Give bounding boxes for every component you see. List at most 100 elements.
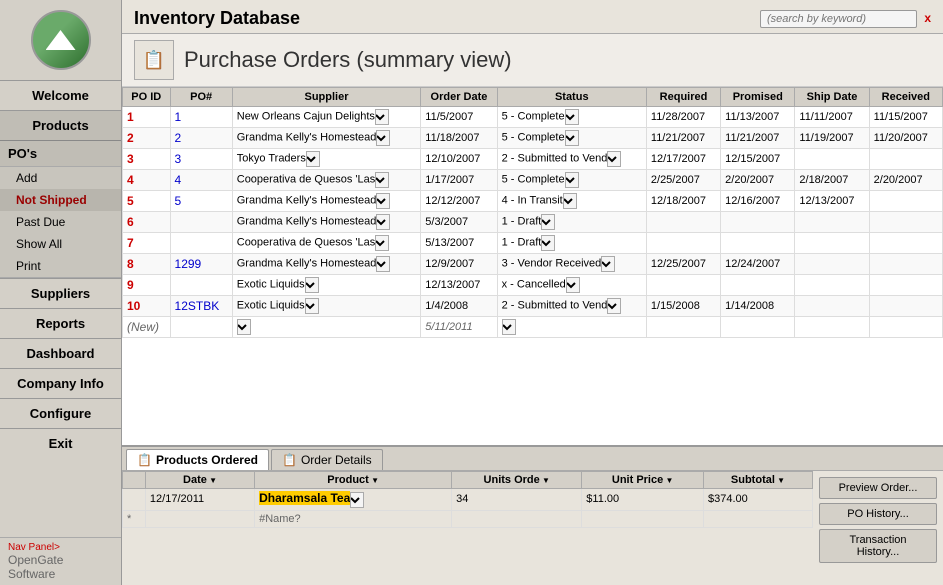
sidebar-item-products[interactable]: Products [0, 110, 121, 140]
supplier-dropdown[interactable] [376, 214, 390, 230]
status-dropdown[interactable] [601, 256, 615, 272]
bth-units[interactable]: Units Orde [452, 472, 582, 489]
po-id-link[interactable]: 1 [127, 110, 134, 124]
cell-poid[interactable]: (New) [123, 317, 171, 338]
sidebar-item-suppliers[interactable]: Suppliers [0, 278, 121, 308]
table-row[interactable]: 4 4 Cooperativa de Quesos 'Las 1/17/2007… [123, 170, 943, 191]
list-item[interactable]: * #Name? [123, 510, 813, 527]
supplier-dropdown[interactable] [375, 235, 389, 251]
search-clear-button[interactable]: x [924, 11, 931, 25]
sidebar-item-add[interactable]: Add [0, 167, 121, 189]
table-row[interactable]: 2 2 Grandma Kelly's Homestead 11/18/2007… [123, 128, 943, 149]
supplier-dropdown[interactable] [376, 256, 390, 272]
nav-panel-link[interactable]: Nav Panel> [8, 542, 113, 553]
list-item[interactable]: 12/17/2011 Dharamsala Tea 34 $11.00 $374… [123, 489, 813, 511]
status-dropdown[interactable] [566, 277, 580, 293]
bth-product[interactable]: Product [255, 472, 452, 489]
po-id-link[interactable]: 6 [127, 215, 134, 229]
bth-subtotal[interactable]: Subtotal [703, 472, 812, 489]
sidebar-item-welcome[interactable]: Welcome [0, 80, 121, 110]
po-num-link[interactable]: 1299 [175, 257, 202, 271]
tab-order-details[interactable]: 📋 Order Details [271, 449, 383, 470]
cell-poid[interactable]: 2 [123, 128, 171, 149]
table-row[interactable]: 7 Cooperativa de Quesos 'Las 5/13/2007 1… [123, 233, 943, 254]
status-dropdown[interactable] [563, 193, 577, 209]
cell-poid[interactable]: 5 [123, 191, 171, 212]
cell-poid[interactable]: 8 [123, 254, 171, 275]
supplier-dropdown[interactable] [237, 319, 251, 335]
bth-unit-price[interactable]: Unit Price [582, 472, 704, 489]
cell-product[interactable]: Dharamsala Tea [255, 489, 452, 511]
cell-poid[interactable]: 6 [123, 212, 171, 233]
po-num-link[interactable]: 4 [175, 173, 182, 187]
cell-po[interactable]: 2 [170, 128, 232, 149]
search-input[interactable] [760, 10, 917, 28]
cell-po[interactable] [170, 317, 232, 338]
po-num-link[interactable]: 12STBK [175, 299, 220, 313]
cell-po[interactable]: 5 [170, 191, 232, 212]
cell-poid[interactable]: 4 [123, 170, 171, 191]
sidebar-item-reports[interactable]: Reports [0, 308, 121, 338]
table-row[interactable]: 8 1299 Grandma Kelly's Homestead 12/9/20… [123, 254, 943, 275]
po-num-link[interactable]: 1 [175, 110, 182, 124]
po-num-link[interactable]: 5 [175, 194, 182, 208]
table-row[interactable]: 6 Grandma Kelly's Homestead 5/3/2007 1 -… [123, 212, 943, 233]
cell-poid[interactable]: 7 [123, 233, 171, 254]
cell-poid[interactable]: 10 [123, 296, 171, 317]
po-num-link[interactable]: 3 [175, 152, 182, 166]
sidebar-item-configure[interactable]: Configure [0, 398, 121, 428]
cell-poid[interactable]: 3 [123, 149, 171, 170]
supplier-dropdown[interactable] [306, 151, 320, 167]
sidebar-item-not-shipped[interactable]: Not Shipped [0, 189, 121, 211]
po-id-link[interactable]: 7 [127, 236, 134, 250]
po-id-link[interactable]: 10 [127, 299, 140, 313]
table-row[interactable]: 1 1 New Orleans Cajun Delights 11/5/2007… [123, 107, 943, 128]
po-id-link[interactable]: 2 [127, 131, 134, 145]
po-id-link[interactable]: 5 [127, 194, 134, 208]
table-row[interactable]: 3 3 Tokyo Traders 12/10/2007 2 - Submitt… [123, 149, 943, 170]
sidebar-item-past-due[interactable]: Past Due [0, 211, 121, 233]
supplier-dropdown[interactable] [305, 298, 319, 314]
supplier-dropdown[interactable] [375, 109, 389, 125]
cell-po[interactable] [170, 275, 232, 296]
sidebar-item-dashboard[interactable]: Dashboard [0, 338, 121, 368]
cell-po[interactable]: 12STBK [170, 296, 232, 317]
status-dropdown[interactable] [565, 130, 579, 146]
sidebar-item-exit[interactable]: Exit [0, 428, 121, 458]
status-dropdown[interactable] [565, 109, 579, 125]
cell-po[interactable]: 1299 [170, 254, 232, 275]
table-row[interactable]: 10 12STBK Exotic Liquids 1/4/2008 2 - Su… [123, 296, 943, 317]
po-history-button[interactable]: PO History... [819, 503, 937, 525]
po-id-link[interactable]: 3 [127, 152, 134, 166]
cell-poid[interactable]: 1 [123, 107, 171, 128]
po-id-link[interactable]: (New) [127, 320, 159, 334]
status-dropdown[interactable] [502, 319, 516, 335]
tab-products-ordered[interactable]: 📋 Products Ordered [126, 449, 269, 470]
sidebar-item-show-all[interactable]: Show All [0, 233, 121, 255]
po-id-link[interactable]: 8 [127, 257, 134, 271]
sidebar-item-print[interactable]: Print [0, 255, 121, 277]
status-dropdown[interactable] [607, 298, 621, 314]
product-dropdown[interactable] [350, 492, 364, 508]
sidebar-item-company-info[interactable]: Company Info [0, 368, 121, 398]
supplier-dropdown[interactable] [376, 130, 390, 146]
preview-order-button[interactable]: Preview Order... [819, 477, 937, 499]
cell-po[interactable]: 4 [170, 170, 232, 191]
table-row[interactable]: 9 Exotic Liquids 12/13/2007 x - Cancelle… [123, 275, 943, 296]
status-dropdown[interactable] [541, 235, 555, 251]
cell-po[interactable]: 3 [170, 149, 232, 170]
po-id-link[interactable]: 9 [127, 278, 134, 292]
cell-po[interactable] [170, 233, 232, 254]
cell-poid[interactable]: 9 [123, 275, 171, 296]
po-id-link[interactable]: 4 [127, 173, 134, 187]
bth-date[interactable]: Date [145, 472, 254, 489]
cell-po[interactable] [170, 212, 232, 233]
supplier-dropdown[interactable] [305, 277, 319, 293]
po-num-link[interactable]: 2 [175, 131, 182, 145]
supplier-dropdown[interactable] [376, 193, 390, 209]
table-row[interactable]: 5 5 Grandma Kelly's Homestead 12/12/2007… [123, 191, 943, 212]
supplier-dropdown[interactable] [375, 172, 389, 188]
status-dropdown[interactable] [607, 151, 621, 167]
transaction-history-button[interactable]: Transaction History... [819, 529, 937, 563]
status-dropdown[interactable] [541, 214, 555, 230]
